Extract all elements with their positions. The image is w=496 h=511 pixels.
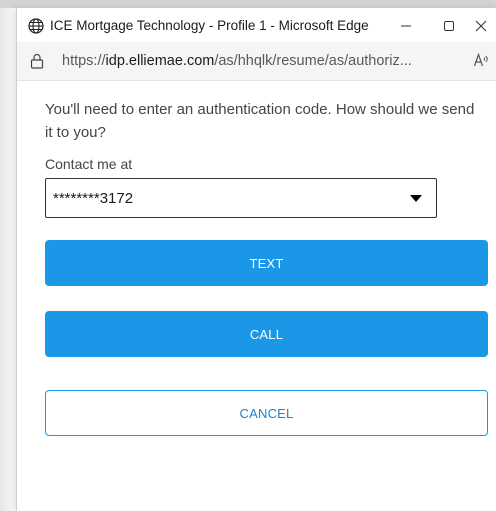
close-icon[interactable] bbox=[467, 14, 495, 38]
url-scheme: https:// bbox=[62, 53, 106, 69]
globe-icon bbox=[28, 18, 44, 34]
call-button[interactable]: CALL bbox=[45, 311, 488, 357]
url-path: /as/hhqlk/resume/as/authoriz... bbox=[214, 53, 412, 69]
maximize-icon[interactable] bbox=[435, 14, 463, 38]
minimize-icon[interactable] bbox=[392, 14, 420, 38]
background-window bbox=[0, 8, 16, 511]
screen: ICE Mortgage Technology - Profile 1 - Mi… bbox=[0, 0, 496, 511]
window-title: ICE Mortgage Technology - Profile 1 - Mi… bbox=[50, 18, 369, 33]
lock-icon[interactable] bbox=[30, 53, 44, 69]
cancel-button[interactable]: CANCEL bbox=[45, 390, 488, 436]
auth-prompt: You'll need to enter an authentication c… bbox=[45, 101, 475, 141]
contact-select-value: ********3172 bbox=[53, 190, 134, 207]
url-domain: idp.elliemae.com bbox=[105, 53, 215, 69]
dropdown-arrow-icon[interactable] bbox=[410, 195, 422, 202]
text-button[interactable]: TEXT bbox=[45, 240, 488, 286]
title-bar[interactable]: ICE Mortgage Technology - Profile 1 - Mi… bbox=[17, 8, 496, 42]
url-text[interactable]: https://idp.elliemae.com/as/hhqlk/resume… bbox=[62, 53, 412, 69]
contact-select[interactable]: ********3172 bbox=[45, 178, 437, 218]
address-bar[interactable]: https://idp.elliemae.com/as/hhqlk/resume… bbox=[17, 42, 496, 81]
edge-popup-window: ICE Mortgage Technology - Profile 1 - Mi… bbox=[16, 8, 496, 511]
background-window-edge bbox=[0, 0, 496, 8]
contact-label: Contact me at bbox=[45, 156, 133, 172]
read-aloud-icon[interactable] bbox=[473, 52, 489, 71]
